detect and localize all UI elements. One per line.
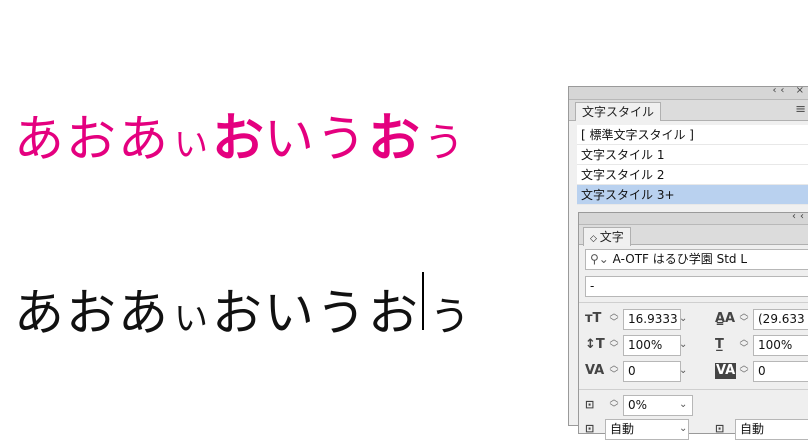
panel-menu-icon[interactable]: ≡ — [795, 103, 806, 117]
style-item[interactable]: [ 標準文字スタイル ] — [577, 125, 808, 145]
tsume-stepper[interactable]: ︿ ﹀ — [609, 396, 619, 414]
sample-chars: い — [174, 125, 208, 165]
style-item-selected[interactable]: 文字スタイル 3+ — [577, 185, 808, 205]
panel-tabrow: 文字スタイル ≡ — [569, 100, 808, 121]
tab-chevron-icon: ◇ — [590, 234, 600, 244]
aki-before-input[interactable]: 自動 — [605, 419, 689, 440]
leading-icon: A̳A — [715, 311, 736, 326]
tracking-stepper[interactable]: ︿ ﹀ — [739, 362, 749, 380]
font-family-value: A-OTF はるひ学園 Std L — [612, 252, 748, 266]
leading-stepper[interactable]: ︿ ﹀ — [739, 310, 749, 328]
style-item[interactable]: 文字スタイル 1 — [577, 145, 808, 165]
vertical-scale-input[interactable]: 100% — [623, 335, 681, 356]
sample-chars: お — [212, 284, 264, 342]
tsume-dropdown-icon[interactable]: ⌄ — [679, 395, 687, 415]
vertical-scale-icon: ↕T — [585, 337, 605, 352]
sample-chars: お — [368, 284, 420, 342]
sample-chars: う — [430, 294, 470, 340]
kerning-input[interactable]: 0 — [623, 361, 681, 382]
divider — [579, 389, 808, 390]
tracking-input[interactable]: 0 — [753, 361, 808, 382]
horizontal-scale-stepper[interactable]: ︿ ﹀ — [739, 336, 749, 354]
aki-before-icon: ⊡ — [585, 422, 595, 435]
font-family-field[interactable]: ⚲⌄ A-OTF はるひ学園 Std L — [585, 249, 808, 270]
plain-text-sample[interactable]: あおあ いおいうおう — [14, 272, 470, 342]
panel-tabrow: ◇ 文字 — [579, 225, 808, 246]
font-size-dropdown-icon[interactable]: ⌄ — [679, 309, 687, 329]
font-size-stepper[interactable]: ︿ ﹀ — [609, 310, 619, 328]
vertical-scale-stepper[interactable]: ︿ ﹀ — [609, 336, 619, 354]
sample-chars: あおあ — [14, 284, 170, 342]
aki-after-input[interactable]: 自動 — [735, 419, 808, 440]
tab-label: 文字 — [599, 230, 624, 244]
sample-chars: お — [212, 109, 265, 169]
divider — [579, 302, 808, 303]
collapse-icon[interactable]: ‹‹ — [792, 211, 808, 222]
search-icon: ⚲⌄ — [590, 252, 613, 266]
panel-titlebar[interactable]: ‹‹ × — [569, 85, 808, 100]
panel-titlebar[interactable]: ‹‹ — [579, 211, 808, 225]
kerning-dropdown-icon[interactable]: ⌄ — [679, 361, 687, 381]
leading-input[interactable]: (29.633 — [753, 309, 808, 330]
font-size-icon: ᴛT — [585, 311, 602, 326]
style-item[interactable]: 文字スタイル 2 — [577, 165, 808, 185]
styled-text-sample[interactable]: あおあ いおいうおう — [14, 96, 465, 169]
font-size-input[interactable]: 16.9333 — [623, 309, 681, 330]
font-style-field[interactable]: - — [585, 276, 808, 297]
tab-character-styles[interactable]: 文字スタイル — [575, 102, 662, 121]
tsume-icon: ⊡ — [585, 398, 595, 411]
sample-chars: う — [424, 120, 465, 166]
sample-chars: いう — [264, 110, 369, 168]
style-list: [ 標準文字スタイル ] 文字スタイル 1 文字スタイル 2 文字スタイル 3+ — [577, 125, 808, 205]
horizontal-scale-icon: T̲ — [715, 337, 724, 352]
collapse-close-icons[interactable]: ‹‹ × — [772, 85, 808, 96]
aki-before-dropdown-icon[interactable]: ⌄ — [679, 419, 687, 439]
horizontal-scale-input[interactable]: 100% — [753, 335, 808, 356]
tracking-icon: VA — [715, 363, 737, 379]
kerning-icon: VA — [585, 363, 605, 378]
vertical-scale-dropdown-icon[interactable]: ⌄ — [679, 335, 687, 355]
sample-chars: いう — [264, 284, 368, 342]
sample-chars: お — [368, 109, 421, 169]
sample-chars: あおあ — [14, 110, 170, 168]
tab-character[interactable]: ◇ 文字 — [583, 227, 631, 246]
character-panel[interactable]: ‹‹ ◇ 文字 ⚲⌄ A-OTF はるひ学園 Std L - ᴛT ︿ ﹀ 16.… — [578, 211, 808, 440]
text-cursor — [422, 272, 424, 330]
kerning-stepper[interactable]: ︿ ﹀ — [609, 362, 619, 380]
aki-after-icon: ⊡ — [715, 422, 725, 435]
sample-chars: い — [174, 299, 208, 339]
